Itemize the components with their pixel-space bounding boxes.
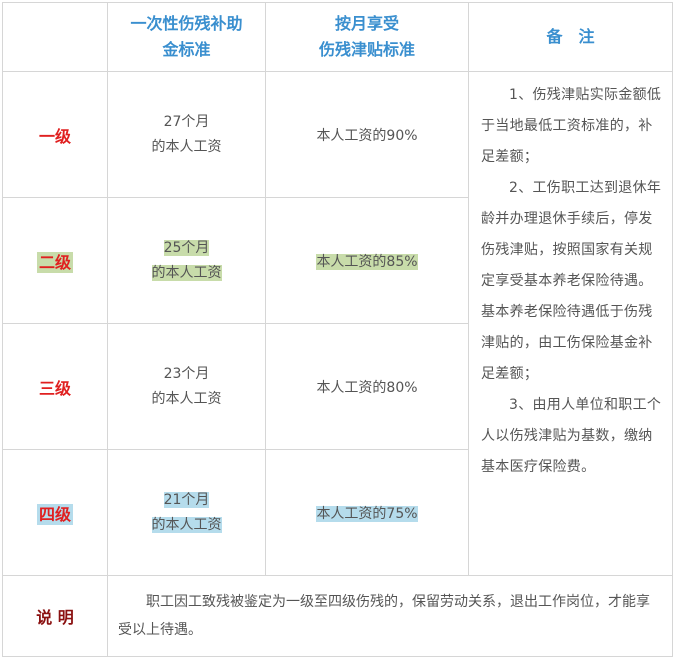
allowance-cell: 本人工资的85% (265, 197, 469, 324)
wage-text: 的本人工资 (151, 138, 222, 155)
remark-item-2: 2、工伤职工达到退休年龄并办理退休手续后，停发伤残津贴，按照国家有关规定享受基本… (481, 180, 662, 382)
wage-text: 的本人工资 (151, 390, 222, 407)
table-row-level-1: 一级 27个月 的本人工资 本人工资的90% 1、伤残津贴实际金额低于当地最低工… (2, 71, 673, 576)
header-lump-sum: 一次性伤残补助 金标准 (107, 2, 266, 72)
header-empty-cell (2, 2, 108, 72)
remark-item-3: 3、由用人单位和职工个人以伤残津贴为基数，缴纳基本医疗保险费。 (481, 397, 662, 475)
allowance-value: 本人工资的80% (316, 379, 418, 396)
footer-text: 职工因工致残被鉴定为一级至四级伤残的，保留劳动关系，退出工作岗位，才能享受以上待… (118, 594, 650, 638)
header-monthly-line2: 伤残津贴标准 (318, 40, 415, 59)
header-monthly-allowance: 按月享受 伤残津贴标准 (265, 2, 469, 72)
remarks-cell: 1、伤残津贴实际金额低于当地最低工资标准的，补足差额； 2、工伤职工达到退休年龄… (468, 71, 673, 576)
remark-item-1: 1、伤残津贴实际金额低于当地最低工资标准的，补足差额； (481, 87, 662, 165)
header-monthly-line1: 按月享受 (334, 14, 399, 33)
allowance-value: 本人工资的75% (316, 505, 418, 522)
disability-benefits-table-container: 一次性伤残补助 金标准 按月享受 伤残津贴标准 备 注 一级 27个月 的本人工… (2, 2, 673, 657)
wage-text: 的本人工资 (151, 516, 222, 533)
level-label: 一级 (38, 126, 71, 146)
level-label: 三级 (38, 378, 71, 398)
months-value: 27个月 (163, 113, 210, 130)
wage-text: 的本人工资 (151, 264, 222, 281)
footer-text-cell: 职工因工致残被鉴定为一级至四级伤残的，保留劳动关系，退出工作岗位，才能享受以上待… (107, 575, 673, 657)
allowance-cell: 本人工资的90% (265, 71, 469, 198)
allowance-cell: 本人工资的75% (265, 449, 469, 576)
header-row: 一次性伤残补助 金标准 按月享受 伤残津贴标准 备 注 (2, 2, 673, 72)
header-lump-sum-line2: 金标准 (162, 40, 211, 59)
months-value: 25个月 (163, 239, 210, 256)
header-lump-sum-line1: 一次性伤残补助 (130, 14, 243, 33)
allowance-cell: 本人工资的80% (265, 323, 469, 450)
allowance-value: 本人工资的90% (316, 127, 418, 144)
level-cell: 一级 (2, 71, 108, 198)
level-cell: 二级 (2, 197, 108, 324)
disability-benefits-table: 一次性伤残补助 金标准 按月享受 伤残津贴标准 备 注 一级 27个月 的本人工… (2, 2, 673, 657)
footer-row: 说 明 职工因工致残被鉴定为一级至四级伤残的，保留劳动关系，退出工作岗位，才能享… (2, 575, 673, 657)
level-cell: 三级 (2, 323, 108, 450)
lump-sum-cell: 27个月 的本人工资 (107, 71, 266, 198)
header-remarks-label: 备 注 (546, 27, 595, 46)
months-value: 23个月 (163, 365, 210, 382)
lump-sum-cell: 23个月 的本人工资 (107, 323, 266, 450)
months-value: 21个月 (163, 491, 210, 508)
level-label: 四级 (36, 503, 73, 525)
header-remarks: 备 注 (468, 2, 673, 72)
level-cell: 四级 (2, 449, 108, 576)
lump-sum-cell: 21个月 的本人工资 (107, 449, 266, 576)
level-label: 二级 (36, 251, 73, 273)
footer-label: 说 明 (36, 608, 74, 627)
footer-label-cell: 说 明 (2, 575, 108, 657)
lump-sum-cell: 25个月 的本人工资 (107, 197, 266, 324)
allowance-value: 本人工资的85% (316, 253, 418, 270)
